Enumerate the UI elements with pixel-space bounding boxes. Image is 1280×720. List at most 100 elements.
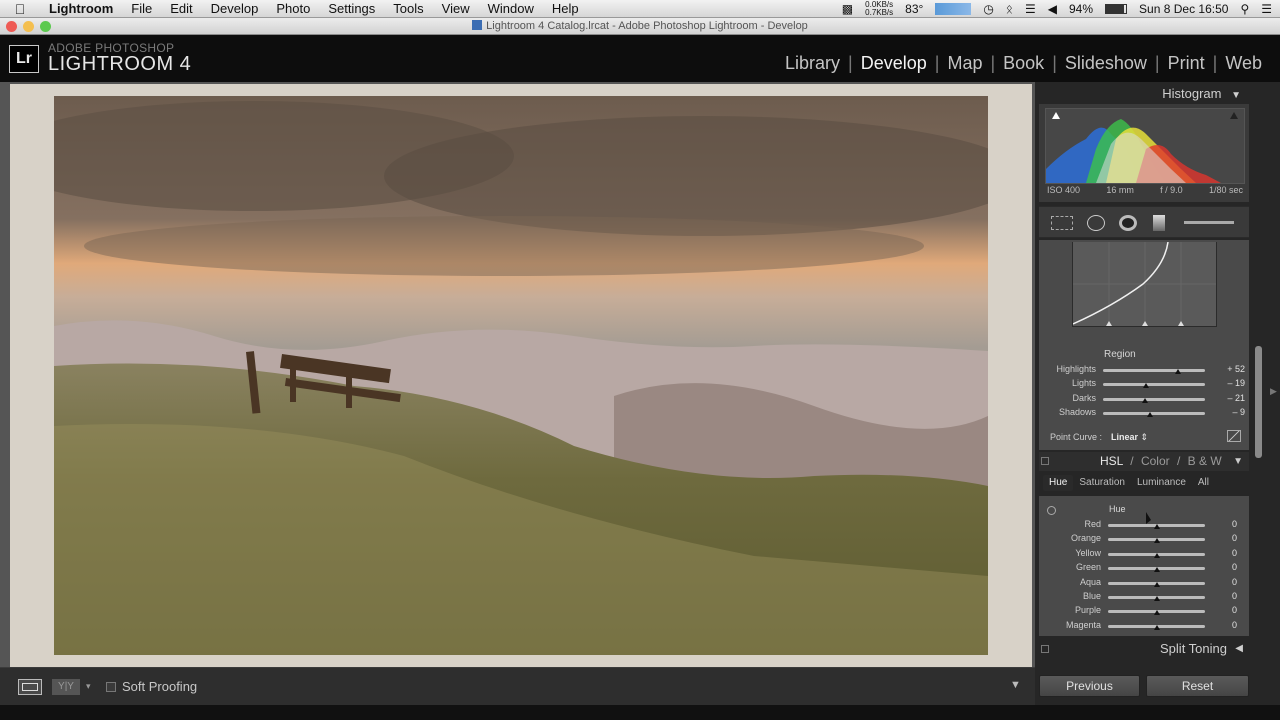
target-adjust-icon[interactable] (1227, 430, 1241, 442)
slider-value[interactable]: – 21 (1215, 393, 1245, 403)
network-monitor[interactable]: 0.0KB/s 0.7KB/s (865, 1, 893, 17)
loupe-view-icon[interactable] (18, 679, 42, 695)
menu-help[interactable]: Help (543, 0, 588, 18)
panel-toggle-icon[interactable] (1041, 645, 1049, 653)
menu-file[interactable]: File (122, 0, 161, 18)
spot-removal-icon[interactable] (1087, 215, 1105, 231)
photo-preview[interactable] (54, 96, 988, 655)
module-book[interactable]: Book (997, 53, 1050, 74)
activity-graph-icon[interactable] (935, 3, 972, 15)
point-curve-select[interactable]: Linear ⇕ (1111, 432, 1148, 443)
temperature[interactable]: 83° (905, 2, 923, 16)
menu-edit[interactable]: Edit (161, 0, 201, 18)
collapse-icon[interactable]: ▼ (1233, 452, 1243, 471)
slider-value[interactable]: 0 (1215, 519, 1237, 529)
adjustment-brush-icon[interactable] (1184, 221, 1234, 224)
slider-track[interactable] (1103, 412, 1205, 415)
slider-value[interactable]: 0 (1215, 591, 1237, 601)
tab-all[interactable]: All (1192, 475, 1215, 491)
slider-value[interactable]: 0 (1215, 620, 1237, 630)
battery-icon[interactable] (1105, 4, 1128, 14)
slider-value[interactable]: 0 (1215, 562, 1237, 572)
clock[interactable]: Sun 8 Dec 16:50 (1139, 2, 1228, 16)
apple-icon[interactable]:  (0, 1, 40, 17)
menu-window[interactable]: Window (479, 0, 543, 18)
module-map[interactable]: Map (941, 53, 988, 74)
slider-thumb[interactable] (1153, 552, 1160, 558)
bluetooth-icon[interactable]: ᛟ (1006, 2, 1013, 16)
slider-thumb[interactable] (1175, 369, 1182, 374)
slider-thumb[interactable] (1153, 581, 1160, 587)
module-library[interactable]: Library (779, 53, 846, 74)
spotlight-icon[interactable]: ⚲ (1240, 2, 1249, 16)
panel-scrollbar[interactable] (1255, 346, 1262, 458)
slider-value[interactable]: + 52 (1215, 364, 1245, 374)
panel-toggle-icon[interactable] (1041, 457, 1049, 465)
slider-track[interactable] (1103, 369, 1205, 372)
red-eye-icon[interactable] (1119, 215, 1137, 231)
slider-thumb[interactable] (1142, 383, 1149, 388)
volume-icon[interactable]: ◀ (1048, 2, 1057, 16)
notification-icon[interactable]: ☰ (1261, 2, 1272, 16)
slider-thumb[interactable] (1153, 538, 1160, 544)
menu-app-name[interactable]: Lightroom (40, 0, 122, 18)
crop-tool-icon[interactable] (1051, 216, 1073, 230)
tab-saturation[interactable]: Saturation (1073, 475, 1131, 491)
menu-tools[interactable]: Tools (384, 0, 432, 18)
previous-button[interactable]: Previous (1039, 675, 1140, 697)
slider-thumb[interactable] (1153, 524, 1160, 529)
before-after-icon[interactable]: Y|Y (52, 679, 80, 695)
chevron-down-icon[interactable]: ▾ (86, 681, 91, 692)
slider-value[interactable]: 0 (1215, 577, 1237, 587)
menu-photo[interactable]: Photo (267, 0, 319, 18)
histogram-header[interactable]: Histogram ▼ (1035, 84, 1251, 103)
color-mode[interactable]: Color (1141, 454, 1170, 468)
slider-value[interactable]: – 19 (1215, 378, 1245, 388)
wifi-icon[interactable]: ☰ (1025, 2, 1036, 16)
split-point-handle[interactable] (1106, 321, 1112, 326)
slider-thumb[interactable] (1153, 610, 1160, 616)
slider-value[interactable]: 0 (1215, 605, 1237, 615)
module-print[interactable]: Print (1162, 53, 1211, 74)
module-slideshow[interactable]: Slideshow (1059, 53, 1153, 74)
menu-settings[interactable]: Settings (319, 0, 384, 18)
reset-button[interactable]: Reset (1146, 675, 1249, 697)
slider-thumb[interactable] (1153, 596, 1160, 601)
soft-proofing-checkbox[interactable] (106, 682, 116, 692)
menu-view[interactable]: View (433, 0, 479, 18)
highlight-clipping-icon[interactable] (1230, 112, 1238, 119)
hsl-header[interactable]: HSL / Color / B & W ▼ (1039, 452, 1249, 471)
collapse-icon[interactable]: ▼ (1231, 90, 1241, 101)
targeted-adjustment-icon[interactable] (1047, 506, 1056, 515)
slider-value[interactable]: 0 (1215, 533, 1237, 543)
slider-thumb[interactable] (1141, 398, 1148, 403)
graduated-filter-icon[interactable] (1153, 215, 1165, 231)
tab-luminance[interactable]: Luminance (1131, 475, 1192, 491)
split-point-handle[interactable] (1178, 321, 1184, 326)
expand-icon[interactable]: ◀ (1235, 640, 1243, 658)
split-toning-header[interactable]: Split Toning ◀ (1039, 640, 1249, 658)
histogram-graph[interactable] (1045, 108, 1245, 184)
hsl-mode[interactable]: HSL (1100, 454, 1123, 468)
close-window-button[interactable] (6, 21, 17, 32)
tab-hue[interactable]: Hue (1043, 475, 1074, 491)
bw-mode[interactable]: B & W (1188, 454, 1222, 468)
time-machine-icon[interactable]: ◷ (983, 2, 993, 16)
toolbar-menu-icon[interactable]: ▼ (1010, 679, 1021, 691)
minimize-window-button[interactable] (23, 21, 34, 32)
zoom-window-button[interactable] (40, 21, 51, 32)
expand-panel-icon[interactable]: ▶ (1270, 386, 1277, 397)
slider-thumb[interactable] (1153, 624, 1160, 630)
slider-thumb[interactable] (1153, 567, 1160, 573)
tone-curve-graph[interactable] (1072, 241, 1217, 327)
camera-icon[interactable]: ▩ (842, 2, 853, 16)
slider-value[interactable]: 0 (1215, 548, 1237, 558)
menu-develop[interactable]: Develop (202, 0, 268, 18)
split-point-handle[interactable] (1142, 321, 1148, 326)
shadow-clipping-icon[interactable] (1052, 112, 1060, 119)
battery-level[interactable]: 94% (1069, 2, 1093, 16)
module-web[interactable]: Web (1219, 53, 1268, 74)
slider-track[interactable] (1103, 398, 1205, 401)
module-develop[interactable]: Develop (855, 53, 933, 74)
slider-value[interactable]: – 9 (1215, 407, 1245, 417)
